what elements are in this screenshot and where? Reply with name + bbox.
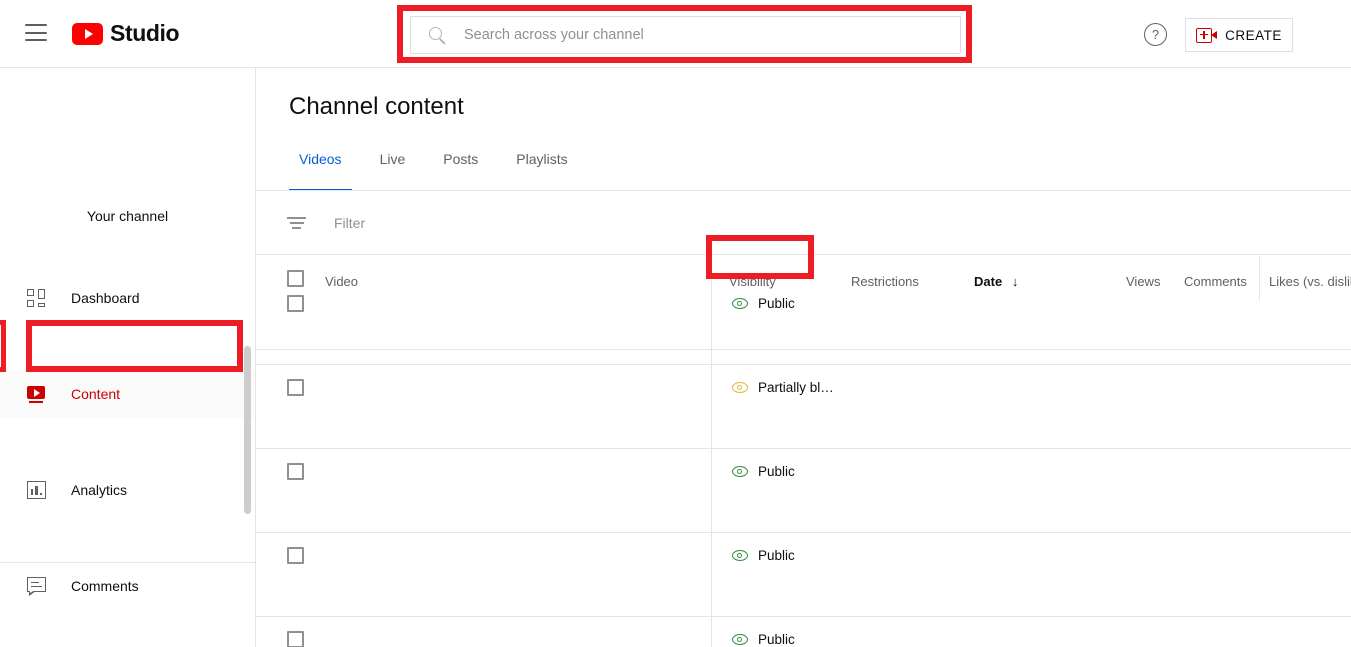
studio-brand-logo[interactable]: Studio <box>72 20 180 47</box>
youtube-studio-window: Studio Search across your channel ? CREA… <box>0 0 1351 647</box>
plus-vertical <box>1203 30 1205 39</box>
sidebar-item-dashboard[interactable]: Dashboard <box>0 274 255 322</box>
tab-label: Playlists <box>516 151 568 167</box>
tab-posts[interactable]: Posts <box>433 143 488 191</box>
sidebar-item-analytics[interactable]: Analytics <box>0 466 255 514</box>
row-checkbox[interactable] <box>287 631 304 647</box>
visibility-cell: Public <box>732 464 795 479</box>
play-triangle <box>84 28 93 39</box>
tab-label: Posts <box>443 151 479 167</box>
visibility-cell: Partially bl… <box>732 380 834 395</box>
visibility-cell: Public <box>732 548 795 563</box>
visibility-label: Public <box>758 632 795 647</box>
create-button-label: CREATE <box>1225 27 1282 43</box>
main-content: Channel content Videos Live Posts Playli… <box>256 68 1351 647</box>
visibility-eye-icon <box>732 298 748 309</box>
content-tabs: Videos Live Posts Playlists <box>289 143 596 191</box>
search-handle <box>439 37 446 44</box>
analytics-bar-chart-icon <box>25 478 49 502</box>
search-input[interactable]: Search across your channel <box>464 27 644 43</box>
tab-videos[interactable]: Videos <box>289 143 352 191</box>
help-question-icon[interactable]: ? <box>1144 23 1167 46</box>
visibility-label: Public <box>758 464 795 479</box>
hamburger-menu-icon[interactable] <box>25 24 47 41</box>
dashboard-icon <box>25 286 49 310</box>
table-row[interactable]: Partially bl… <box>256 365 1351 449</box>
content-play-icon <box>25 382 49 406</box>
row-checkbox[interactable] <box>287 463 304 480</box>
filter-icon[interactable] <box>287 216 309 230</box>
search-icon <box>429 26 446 44</box>
youtube-logo-icon <box>72 22 103 45</box>
hamburger-line <box>25 24 47 26</box>
play-badge <box>27 386 45 399</box>
create-button[interactable]: CREATE <box>1185 18 1293 52</box>
search-box[interactable]: Search across your channel <box>410 16 961 54</box>
sidebar-scrollbar[interactable] <box>244 346 251 514</box>
play-base <box>29 401 43 403</box>
table-row[interactable]: Public <box>256 533 1351 617</box>
visibility-eye-icon <box>732 634 748 645</box>
video-column-divider <box>711 256 712 647</box>
visibility-eye-icon <box>732 550 748 561</box>
sidebar-item-label: Analytics <box>71 482 128 498</box>
filter-bar: Filter <box>256 191 1351 255</box>
hamburger-line <box>25 31 47 34</box>
visibility-label: Partially bl… <box>758 380 834 395</box>
sidebar-item-label: Comments <box>71 578 139 594</box>
row-checkbox[interactable] <box>287 379 304 396</box>
search-bar[interactable]: Search across your channel <box>410 16 961 54</box>
page-title: Channel content <box>289 93 464 120</box>
sidebar-item-label: Dashboard <box>71 290 140 306</box>
tab-label: Videos <box>299 151 342 167</box>
sidebar-item-content[interactable]: Content <box>0 370 255 418</box>
visibility-cell: Public <box>732 632 795 647</box>
table-row[interactable]: Public <box>256 449 1351 533</box>
visibility-eye-icon <box>732 466 748 477</box>
sidebar-item-label: Content <box>71 386 121 402</box>
visibility-eye-icon <box>732 382 748 393</box>
tab-label: Live <box>379 151 406 167</box>
channel-name-label: Your channel <box>86 208 169 224</box>
table-row[interactable]: Public <box>256 281 1351 365</box>
channel-header[interactable]: Your channel <box>0 68 255 236</box>
filter-input[interactable]: Filter <box>334 215 365 231</box>
tab-playlists[interactable]: Playlists <box>506 143 577 191</box>
tab-live[interactable]: Live <box>370 143 416 191</box>
sidebar-divider <box>0 562 255 563</box>
sidebar-nav-list: Dashboard Content Analytics Comments <box>0 274 255 647</box>
visibility-label: Public <box>758 296 795 311</box>
help-glyph: ? <box>1151 27 1160 42</box>
comments-bubble-icon <box>25 574 49 598</box>
likes-column-divider <box>1259 256 1260 301</box>
visibility-label: Public <box>758 548 795 563</box>
visibility-cell: Public <box>732 296 795 311</box>
video-camera-plus-icon <box>1196 27 1218 43</box>
brand-label: Studio <box>110 20 180 46</box>
row-checkbox[interactable] <box>287 547 304 564</box>
table-row[interactable]: Public <box>256 617 1351 647</box>
camera-lens <box>1211 30 1218 39</box>
row-checkbox[interactable] <box>287 295 304 312</box>
sidebar-item-comments[interactable]: Comments <box>0 562 255 610</box>
hamburger-line <box>25 39 47 41</box>
top-bar: Studio Search across your channel ? CREA… <box>0 0 1351 68</box>
sidebar: Your channel Dashboard Content Analytics… <box>0 68 256 647</box>
